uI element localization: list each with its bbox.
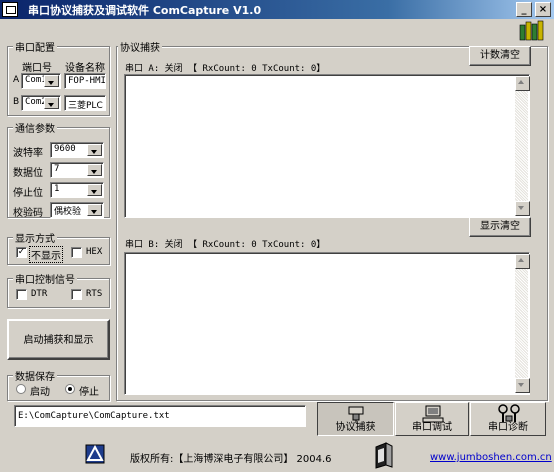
baud-label: 波特率 [13, 148, 43, 159]
port-a-status: 串口 A: 关闭 【 RxCount: 0 TxCount: 0】 [125, 64, 326, 74]
count-clear-button[interactable]: 计数清空 [469, 46, 531, 66]
stopbits-select[interactable]: 1 [50, 182, 104, 198]
tab-serial-diagnose[interactable]: 串口诊断 [470, 402, 546, 436]
port-a-tag: A [13, 75, 20, 85]
data-save-title: 数据保存 [13, 368, 57, 383]
control-signal-title: 串口控制信号 [13, 271, 77, 286]
chevron-down-icon[interactable] [87, 144, 102, 156]
scroll-down-icon[interactable] [515, 378, 530, 393]
stopbits-value: 1 [54, 184, 60, 194]
close-button[interactable]: × [535, 2, 551, 17]
website-link[interactable]: www.jumboshen.com.cn [430, 452, 552, 463]
tab-serial-debug[interactable]: 串口调试 [395, 402, 469, 436]
start-capture-button[interactable]: 启动捕获和显示 [7, 319, 110, 360]
chevron-down-icon[interactable] [87, 164, 102, 176]
port-b-status: 串口 B: 关闭 【 RxCount: 0 TxCount: 0】 [125, 240, 326, 250]
stopbits-label: 停止位 [13, 188, 43, 199]
device-column-header: 设备名称 [65, 63, 105, 74]
tab-protocol-capture[interactable]: 协议捕获 [317, 402, 394, 436]
tab-serial-diagnose-label: 串口诊断 [488, 422, 528, 433]
hide-checkbox[interactable]: ✓ [16, 247, 27, 258]
save-stop-radio[interactable] [65, 384, 75, 394]
dtr-label: DTR [31, 289, 48, 299]
company-logo-icon [85, 444, 105, 464]
save-start-radio[interactable] [16, 384, 26, 394]
capture-title: 协议捕获 [118, 39, 162, 54]
app-icon[interactable] [2, 2, 18, 17]
hide-label: 不显示 [29, 246, 63, 263]
databits-value: 7 [54, 164, 60, 174]
port-b-output[interactable] [124, 252, 530, 395]
scroll-down-icon[interactable] [515, 201, 530, 216]
copyright-text: 版权所有:【上海博深电子有限公司】 2004.6 [130, 454, 332, 465]
databits-label: 数据位 [13, 168, 43, 179]
port-b-scrollbar[interactable] [515, 254, 530, 393]
display-clear-button[interactable]: 显示清空 [469, 217, 531, 237]
chevron-down-icon[interactable] [44, 97, 59, 109]
baud-value: 9600 [54, 144, 76, 154]
port-b-tag: B [13, 97, 20, 107]
tab-serial-debug-label: 串口调试 [412, 422, 452, 433]
books-logo-icon [519, 20, 544, 41]
chevron-down-icon[interactable] [44, 75, 59, 87]
comm-params-title: 通信参数 [13, 120, 57, 135]
port-column-header: 端口号 [22, 63, 52, 74]
book-logo-icon [375, 442, 393, 469]
port-b-select[interactable]: Com2 [21, 95, 61, 111]
window-title: 串口协议捕获及调试软件 ComCapture V1.0 [28, 4, 262, 17]
file-path-field[interactable]: E:\ComCapture\ComCapture.txt [14, 405, 306, 427]
baud-select[interactable]: 9600 [50, 142, 104, 158]
tab-protocol-capture-label: 协议捕获 [335, 422, 376, 433]
hex-checkbox[interactable] [71, 247, 82, 258]
parity-value: 偶校验 [54, 207, 82, 217]
display-mode-title: 显示方式 [13, 230, 57, 245]
rts-label: RTS [86, 289, 103, 299]
port-a-scrollbar[interactable] [515, 76, 530, 216]
dtr-checkbox[interactable] [16, 289, 27, 300]
parity-label: 校验码 [13, 208, 43, 219]
device-a-input[interactable]: FOP-HMI [64, 73, 106, 89]
serial-config-title: 串口配置 [13, 39, 57, 54]
scroll-up-icon[interactable] [515, 254, 530, 269]
parity-select[interactable]: 偶校验 [50, 202, 104, 218]
port-a-select[interactable]: Com1 [21, 73, 61, 89]
minimize-button[interactable]: _ [516, 2, 532, 17]
scroll-up-icon[interactable] [515, 76, 530, 91]
chevron-down-icon[interactable] [87, 204, 102, 216]
port-a-output[interactable] [124, 74, 530, 218]
save-start-label: 启动 [30, 387, 50, 398]
save-stop-label: 停止 [79, 387, 99, 398]
databits-select[interactable]: 7 [50, 162, 104, 178]
rts-checkbox[interactable] [71, 289, 82, 300]
device-b-input[interactable]: 三菱PLC [64, 95, 106, 111]
chevron-down-icon[interactable] [87, 184, 102, 196]
hex-label: HEX [86, 247, 103, 257]
